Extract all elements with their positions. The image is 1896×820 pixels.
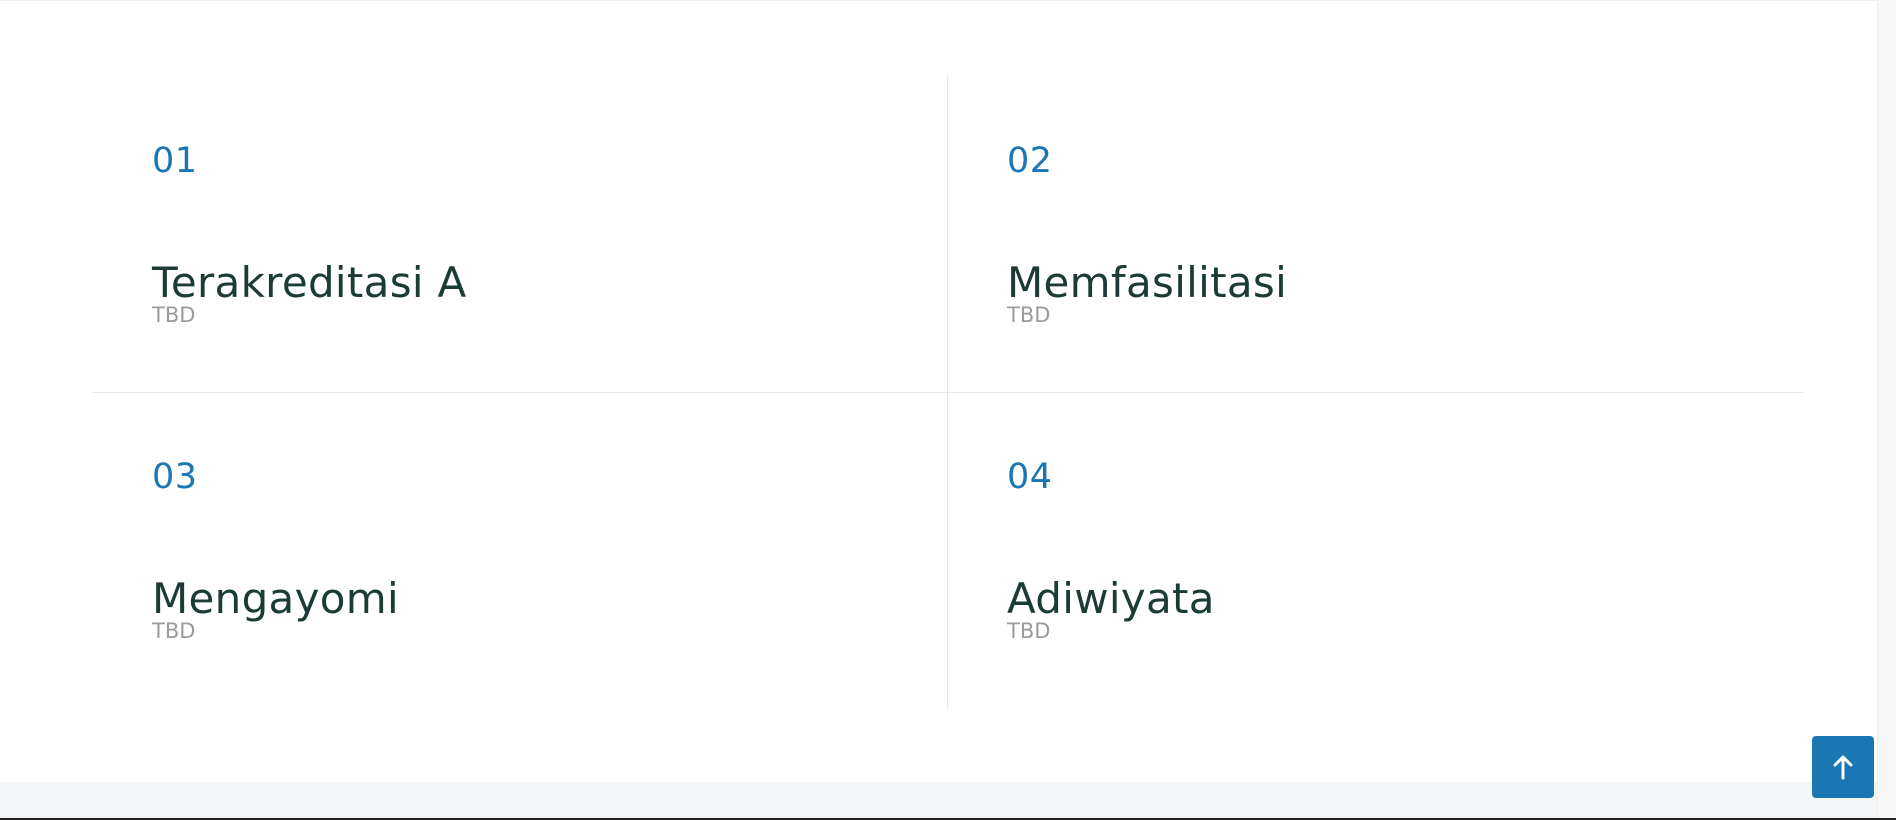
feature-card: 04 Adiwiyata TBD — [1007, 392, 1827, 708]
feature-title: Adiwiyata — [1007, 574, 1215, 623]
feature-number: 02 — [1007, 141, 1053, 181]
feature-title: Terakreditasi A — [152, 258, 467, 307]
feature-description: TBD — [152, 619, 196, 643]
scrollbar[interactable] — [1877, 0, 1896, 820]
feature-description: TBD — [152, 303, 196, 327]
feature-card: 02 Memfasilitasi TBD — [1007, 76, 1827, 392]
feature-description: TBD — [1007, 619, 1051, 643]
footer-band — [0, 782, 1878, 818]
feature-title: Memfasilitasi — [1007, 258, 1288, 307]
features-section: 01 Terakreditasi A TBD 02 Memfasilitasi … — [93, 76, 1803, 708]
top-divider — [0, 0, 1878, 1]
feature-card: 03 Mengayomi TBD — [152, 392, 972, 708]
feature-number: 03 — [152, 457, 198, 497]
feature-title: Mengayomi — [152, 574, 399, 623]
feature-number: 01 — [152, 141, 198, 181]
back-to-top-button[interactable] — [1812, 736, 1874, 798]
feature-number: 04 — [1007, 457, 1053, 497]
arrow-up-icon — [1831, 754, 1855, 780]
feature-card: 01 Terakreditasi A TBD — [152, 76, 972, 392]
page: 01 Terakreditasi A TBD 02 Memfasilitasi … — [0, 0, 1896, 820]
feature-description: TBD — [1007, 303, 1051, 327]
